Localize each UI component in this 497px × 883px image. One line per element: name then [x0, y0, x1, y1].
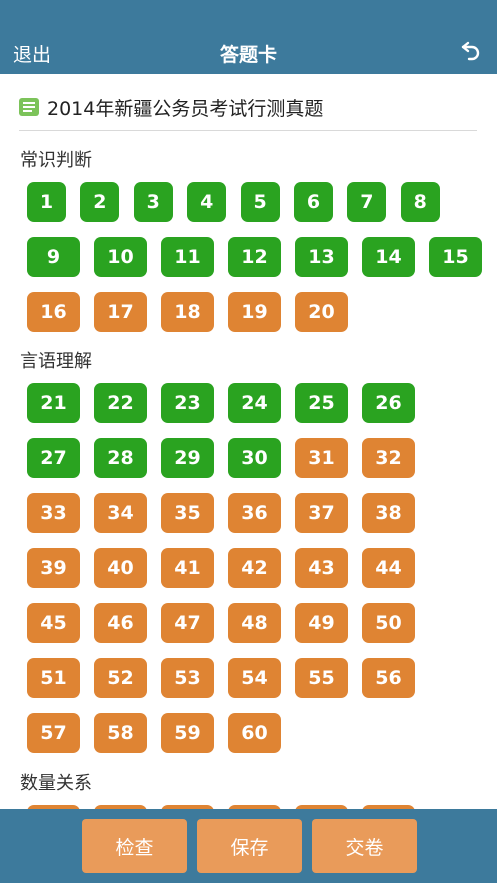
question-button-12[interactable]: 12	[228, 237, 281, 277]
question-button-40[interactable]: 40	[94, 548, 147, 588]
answer-sheet[interactable]: 2014年新疆公务员考试行测真题 常识判断 1 2 3 4 5 6 7 8 9 10 11 12 13 1…	[0, 74, 497, 809]
question-button-54[interactable]: 54	[228, 658, 281, 698]
question-button-10[interactable]: 10	[94, 237, 147, 277]
question-button-50[interactable]: 50	[362, 603, 415, 643]
question-button-60[interactable]: 60	[228, 713, 281, 753]
bottom-bar: 检查 保存 交卷	[0, 809, 497, 883]
section-label-verbal: 言语理解	[20, 351, 92, 372]
question-button-19[interactable]: 19	[228, 292, 281, 332]
check-button[interactable]: 检查	[82, 819, 187, 873]
question-button-36[interactable]: 36	[228, 493, 281, 533]
question-button-35[interactable]: 35	[161, 493, 214, 533]
question-button-53[interactable]: 53	[161, 658, 214, 698]
question-button-11[interactable]: 11	[161, 237, 214, 277]
submit-button[interactable]: 交卷	[312, 819, 417, 873]
question-button-45[interactable]: 45	[27, 603, 80, 643]
document-icon	[19, 98, 39, 116]
exam-title-row: 2014年新疆公务员考试行测真题	[19, 94, 323, 120]
question-button-33[interactable]: 33	[27, 493, 80, 533]
question-button-43[interactable]: 43	[295, 548, 348, 588]
question-button-29[interactable]: 29	[161, 438, 214, 478]
question-button-37[interactable]: 37	[295, 493, 348, 533]
divider	[19, 130, 477, 131]
question-button-42[interactable]: 42	[228, 548, 281, 588]
question-button-13[interactable]: 13	[295, 237, 348, 277]
save-button[interactable]: 保存	[197, 819, 302, 873]
question-button-17[interactable]: 17	[94, 292, 147, 332]
question-button-1[interactable]: 1	[27, 182, 66, 222]
question-button-5[interactable]: 5	[240, 182, 280, 222]
question-button-15[interactable]: 15	[429, 237, 482, 277]
question-button-26[interactable]: 26	[362, 383, 415, 423]
question-button-3[interactable]: 3	[133, 182, 173, 222]
question-button-20[interactable]: 20	[295, 292, 348, 332]
question-button-21[interactable]: 21	[27, 383, 80, 423]
question-button-7[interactable]: 7	[347, 182, 387, 222]
question-grid-section-2: 21 22 23 24 25 26 27 28 29 30 31 32 33 34 35 36 37 38 39 40…	[27, 383, 477, 754]
question-button-32[interactable]: 32	[362, 438, 415, 478]
question-button-31[interactable]: 31	[295, 438, 348, 478]
exam-title: 2014年新疆公务员考试行测真题	[47, 97, 324, 120]
question-button-52[interactable]: 52	[94, 658, 147, 698]
question-button-23[interactable]: 23	[161, 383, 214, 423]
question-button-28[interactable]: 28	[94, 438, 147, 478]
question-button-57[interactable]: 57	[27, 713, 80, 753]
question-button-14[interactable]: 14	[362, 237, 415, 277]
question-button-46[interactable]: 46	[94, 603, 147, 643]
question-button-8[interactable]: 8	[400, 182, 440, 222]
question-button-9[interactable]: 9	[27, 237, 80, 277]
question-button-58[interactable]: 58	[94, 713, 147, 753]
question-button-6[interactable]: 6	[294, 182, 333, 222]
question-button-22[interactable]: 22	[94, 383, 147, 423]
question-button-27[interactable]: 27	[27, 438, 80, 478]
question-button-41[interactable]: 41	[161, 548, 214, 588]
question-button-18[interactable]: 18	[161, 292, 214, 332]
section-label-quantity: 数量关系	[20, 773, 92, 794]
question-button-25[interactable]: 25	[295, 383, 348, 423]
question-grid-section-1: 1 2 3 4 5 6 7 8 9 10 11 12 13 14 15 16 17 18 19 20	[27, 182, 482, 332]
question-button-44[interactable]: 44	[362, 548, 415, 588]
question-button-30[interactable]: 30	[228, 438, 281, 478]
question-button-2[interactable]: 2	[80, 182, 120, 222]
question-button-24[interactable]: 24	[228, 383, 281, 423]
question-button-47[interactable]: 47	[161, 603, 214, 643]
question-button-59[interactable]: 59	[161, 713, 214, 753]
question-button-4[interactable]: 4	[187, 182, 227, 222]
question-button-16[interactable]: 16	[27, 292, 80, 332]
page-title: 答题卡	[219, 44, 277, 66]
question-button-56[interactable]: 56	[362, 658, 415, 698]
question-button-34[interactable]: 34	[94, 493, 147, 533]
section-label-common-sense: 常识判断	[20, 150, 92, 171]
question-button-49[interactable]: 49	[295, 603, 348, 643]
question-button-55[interactable]: 55	[295, 658, 348, 698]
question-button-38[interactable]: 38	[362, 493, 415, 533]
undo-icon[interactable]	[459, 38, 483, 62]
question-button-51[interactable]: 51	[27, 658, 80, 698]
top-bar: 退出 答题卡	[0, 0, 497, 74]
question-button-48[interactable]: 48	[228, 603, 281, 643]
question-button-39[interactable]: 39	[27, 548, 80, 588]
